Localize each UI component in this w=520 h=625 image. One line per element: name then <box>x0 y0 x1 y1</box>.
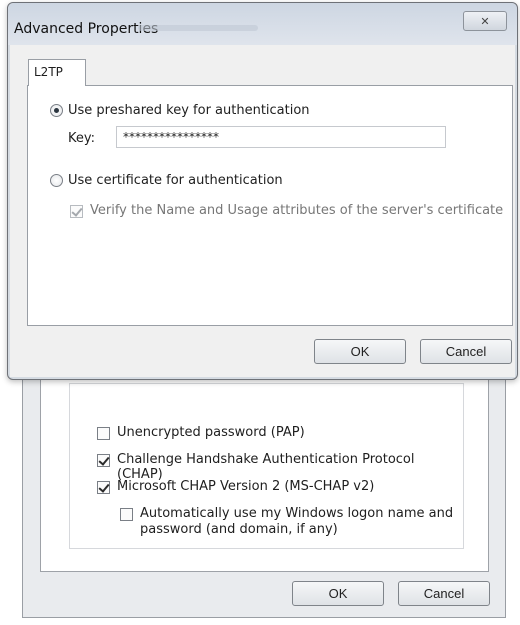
chap-checkbox[interactable] <box>97 454 110 467</box>
preshared-key-radio[interactable] <box>50 104 63 117</box>
title-bar[interactable]: Advanced Properties ✕ <box>8 3 517 45</box>
autologon-option[interactable]: Automatically use my Windows logon name … <box>120 506 453 538</box>
autologon-label: Automatically use my Windows logon name … <box>140 506 453 538</box>
mschap-option[interactable]: Microsoft CHAP Version 2 (MS-CHAP v2) <box>97 479 374 494</box>
close-icon: ✕ <box>480 14 490 28</box>
ok-button[interactable]: OK <box>314 339 406 364</box>
cancel-button[interactable]: Cancel <box>420 339 512 364</box>
preshared-key-label: Use preshared key for authentication <box>68 103 310 118</box>
pap-checkbox[interactable] <box>97 427 110 440</box>
dialog-body: L2TP Use preshared key for authenticatio… <box>10 45 515 377</box>
certificate-option[interactable]: Use certificate for authentication <box>50 173 283 188</box>
parent-cancel-button[interactable]: Cancel <box>398 581 490 606</box>
chap-label: Challenge Handshake Authentication Proto… <box>117 452 415 482</box>
advanced-properties-dialog: Advanced Properties ✕ L2TP Use preshared… <box>7 2 518 380</box>
key-input[interactable]: **************** <box>116 126 446 148</box>
mschap-checkbox[interactable] <box>97 481 110 494</box>
l2tp-tab-panel: Use preshared key for authentication Key… <box>27 85 513 326</box>
verify-certificate-label: Verify the Name and Usage attributes of … <box>90 203 504 218</box>
dialog-title: Advanced Properties <box>14 21 159 37</box>
verify-certificate-option[interactable]: Verify the Name and Usage attributes of … <box>70 203 503 218</box>
authentication-panel: Unencrypted password (PAP) Challenge Han… <box>40 367 489 572</box>
mschap-label: Microsoft CHAP Version 2 (MS-CHAP v2) <box>117 479 375 494</box>
key-label: Key: <box>68 131 96 146</box>
autologon-label-line2: password (and domain, if any) <box>140 522 338 537</box>
parent-dialog: Unencrypted password (PAP) Challenge Han… <box>22 367 506 618</box>
verify-certificate-checkbox[interactable] <box>70 205 83 218</box>
chap-option[interactable]: Challenge Handshake Authentication Proto… <box>97 452 463 482</box>
parent-ok-button[interactable]: OK <box>292 581 384 606</box>
title-ghost-text <box>138 25 258 31</box>
pap-label: Unencrypted password (PAP) <box>117 425 305 440</box>
certificate-label: Use certificate for authentication <box>68 173 283 188</box>
autologon-checkbox[interactable] <box>120 508 133 521</box>
autologon-label-line1: Automatically use my Windows logon name … <box>140 506 454 521</box>
allow-protocols-group: Unencrypted password (PAP) Challenge Han… <box>69 383 464 549</box>
pap-option[interactable]: Unencrypted password (PAP) <box>97 425 305 440</box>
preshared-key-option[interactable]: Use preshared key for authentication <box>50 103 310 118</box>
certificate-radio[interactable] <box>50 174 63 187</box>
close-button[interactable]: ✕ <box>463 11 507 31</box>
tab-l2tp[interactable]: L2TP <box>28 59 86 86</box>
